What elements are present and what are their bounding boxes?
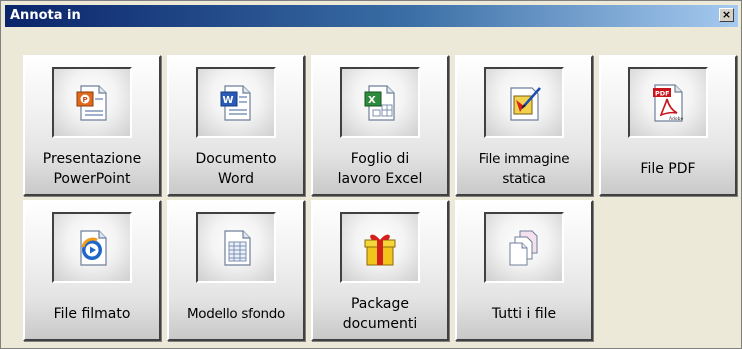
tile-foglio-lavoro-excel[interactable]: X Foglio di lavoro Excel [311, 55, 449, 196]
icon-well: X [340, 67, 420, 138]
icon-well [52, 212, 132, 283]
tile-tutti-i-file[interactable]: Tutti i file [455, 200, 593, 341]
icon-well: W [196, 67, 276, 138]
icon-well [484, 212, 564, 283]
tile-label: Tutti i file [491, 306, 557, 322]
tile-presentazione-powerpoint[interactable]: P Presentazione PowerPoint [23, 55, 161, 196]
tile-package-documenti[interactable]: Package documenti [311, 200, 449, 341]
static-image-file-icon [510, 86, 541, 121]
tile-label: Presentazione PowerPoint [42, 151, 142, 187]
pdf-file-icon: PDF Adobe [653, 83, 683, 122]
tile-file-pdf[interactable]: PDF Adobe File PDF [599, 55, 737, 196]
window-title: Annota in [10, 8, 81, 23]
svg-text:W: W [223, 95, 234, 106]
tile-modello-sfondo[interactable]: Modello sfondo [167, 200, 305, 341]
icon-well [340, 212, 420, 283]
all-files-icon [509, 230, 538, 265]
tile-documento-word[interactable]: W Documento Word [167, 55, 305, 196]
tile-label: File filmato [53, 306, 131, 322]
movie-file-icon [80, 229, 107, 266]
svg-text:Adobe: Adobe [669, 116, 683, 122]
background-template-icon [224, 229, 251, 266]
powerpoint-document-icon: P [76, 84, 107, 121]
close-button[interactable]: × [719, 8, 734, 22]
tile-label: File immagine statica [478, 151, 570, 187]
svg-text:X: X [368, 95, 376, 106]
icon-well [484, 67, 564, 138]
svg-text:PDF: PDF [655, 89, 670, 97]
gift-package-icon [364, 234, 396, 265]
word-document-icon: W [220, 84, 251, 121]
svg-text:P: P [83, 96, 88, 104]
tile-label: Modello sfondo [186, 306, 286, 322]
icon-well: P [52, 67, 132, 138]
tile-label: Documento Word [195, 151, 277, 187]
tile-label: Foglio di lavoro Excel [337, 151, 423, 187]
tile-label: File PDF [640, 161, 696, 177]
tile-file-immagine-statica[interactable]: File immagine statica [455, 55, 593, 196]
icon-well: PDF Adobe [628, 67, 708, 138]
icon-well [196, 212, 276, 283]
tile-file-filmato[interactable]: File filmato [23, 200, 161, 341]
excel-worksheet-icon: X [364, 84, 395, 121]
tile-label: Package documenti [342, 296, 418, 332]
title-bar: Annota in × [5, 5, 738, 27]
annota-in-dialog: Annota in × P Presentazione PowerPoint W… [0, 0, 742, 349]
